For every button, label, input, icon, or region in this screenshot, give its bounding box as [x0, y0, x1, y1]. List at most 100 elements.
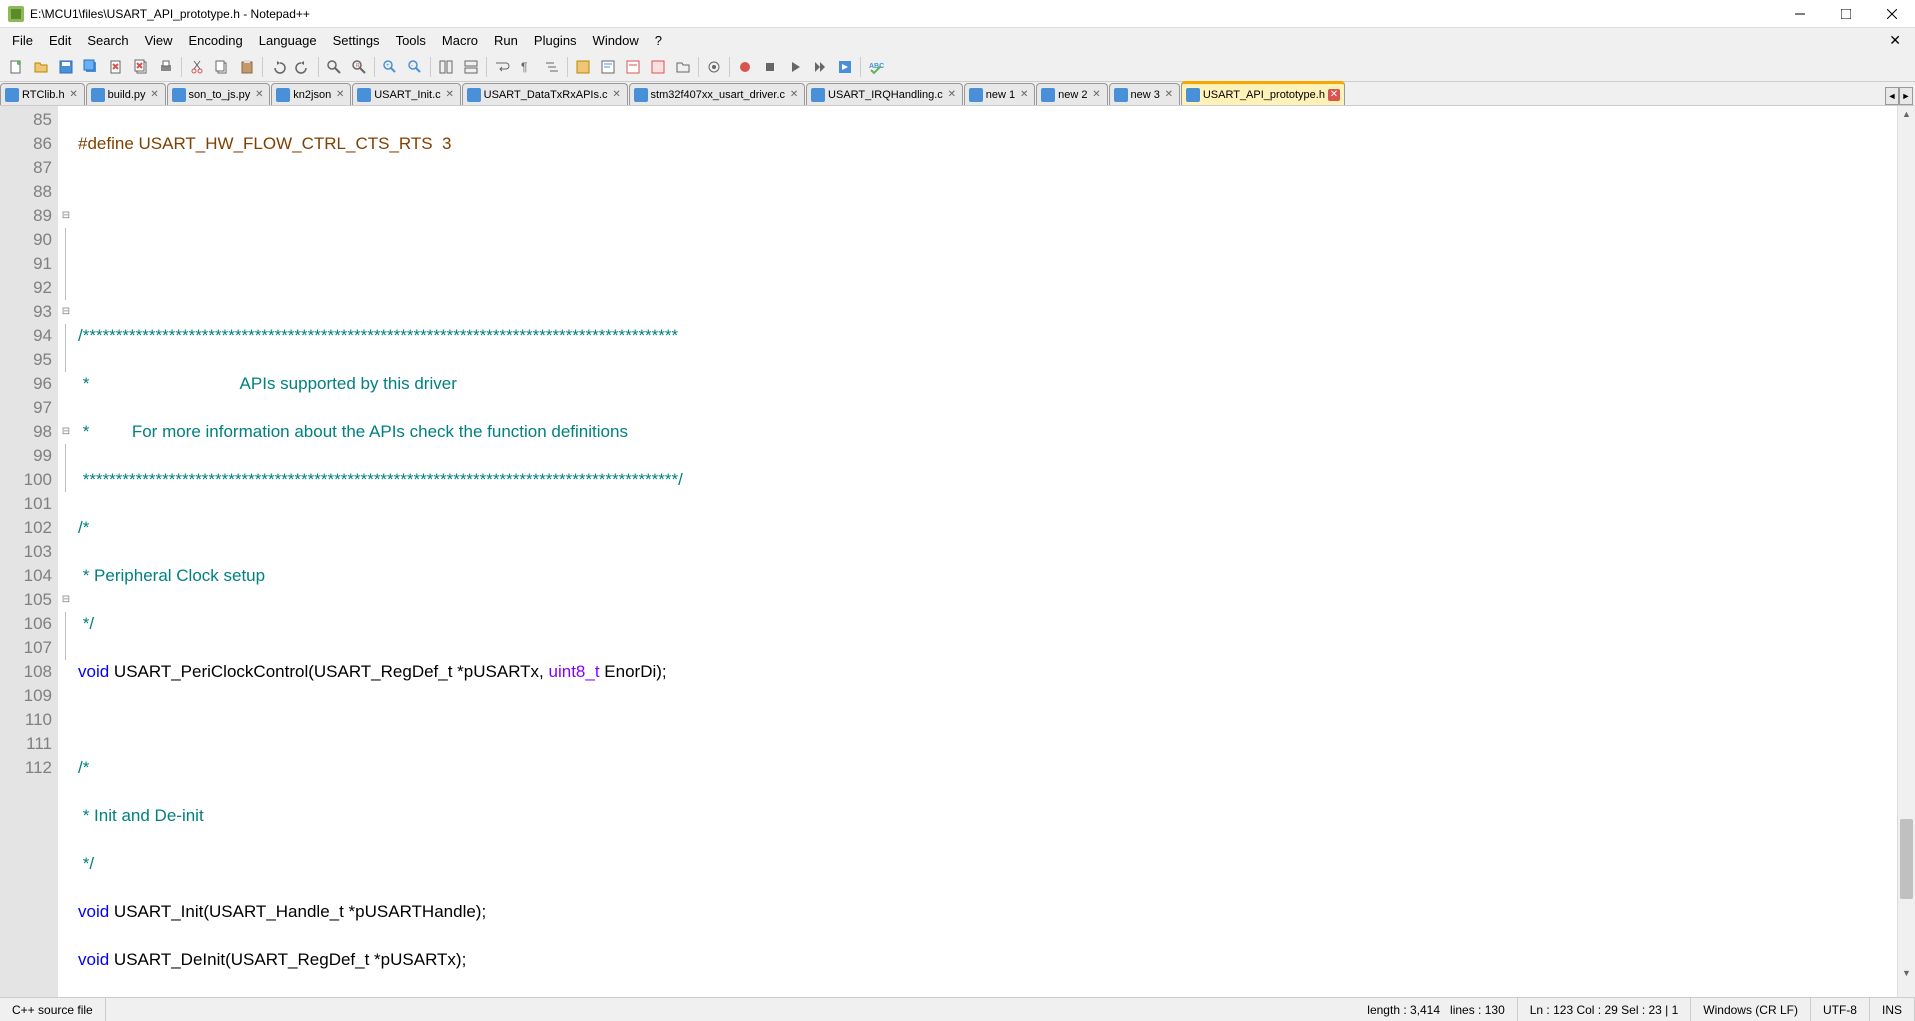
sync-vscroll-button[interactable]	[434, 55, 458, 79]
close-icon[interactable]: ✕	[1163, 89, 1175, 101]
minimize-button[interactable]	[1777, 0, 1823, 27]
close-icon[interactable]: ✕	[1018, 89, 1030, 101]
stop-macro-button[interactable]	[758, 55, 782, 79]
tab-kn2json[interactable]: kn2json✕	[271, 83, 351, 105]
indent-guide-button[interactable]	[540, 55, 564, 79]
code-text	[78, 180, 1897, 204]
replace-button[interactable]: R	[347, 55, 371, 79]
close-icon[interactable]: ✕	[444, 89, 456, 101]
open-file-button[interactable]	[29, 55, 53, 79]
tab-label: new 1	[986, 89, 1015, 101]
menu-encoding[interactable]: Encoding	[181, 31, 251, 50]
find-button[interactable]	[322, 55, 346, 79]
status-encoding[interactable]: UTF-8	[1811, 998, 1870, 1021]
menu-file[interactable]: File	[4, 31, 41, 50]
tab-sontojs[interactable]: son_to_js.py✕	[167, 83, 271, 105]
status-mode[interactable]: INS	[1870, 998, 1915, 1021]
scroll-up-icon[interactable]: ▲	[1898, 106, 1915, 122]
menu-macro[interactable]: Macro	[434, 31, 486, 50]
menu-language[interactable]: Language	[251, 31, 325, 50]
zoom-in-button[interactable]: +	[378, 55, 402, 79]
word-wrap-button[interactable]	[490, 55, 514, 79]
close-icon[interactable]: ✕	[611, 89, 623, 101]
menu-view[interactable]: View	[137, 31, 181, 50]
code-area[interactable]: #define USART_HW_FLOW_CTRL_CTS_RTS 3 /**…	[74, 106, 1897, 997]
menu-search[interactable]: Search	[79, 31, 136, 50]
udl-button[interactable]	[571, 55, 595, 79]
tab-stm32driver[interactable]: stm32f407xx_usart_driver.c✕	[629, 83, 806, 105]
line-number: 96	[0, 372, 52, 396]
tab-prev-button[interactable]: ◄	[1885, 87, 1899, 105]
tab-usartirq[interactable]: USART_IRQHandling.c✕	[806, 83, 963, 105]
play-macro-button[interactable]	[783, 55, 807, 79]
line-number: 106	[0, 612, 52, 636]
menubar-close-button[interactable]: ✕	[1883, 32, 1907, 49]
close-icon[interactable]: ✕	[788, 89, 800, 101]
close-file-button[interactable]	[104, 55, 128, 79]
menu-run[interactable]: Run	[486, 31, 526, 50]
tab-usartdata[interactable]: USART_DataTxRxAPIs.c✕	[462, 83, 628, 105]
fold-toggle-icon[interactable]	[58, 300, 74, 324]
save-macro-button[interactable]	[833, 55, 857, 79]
menu-help[interactable]: ?	[647, 31, 670, 50]
code-text: * Peripheral Clock setup	[78, 566, 265, 585]
line-number: 103	[0, 540, 52, 564]
scrollbar-thumb[interactable]	[1900, 819, 1913, 899]
menu-edit[interactable]: Edit	[41, 31, 79, 50]
doc-map-button[interactable]	[596, 55, 620, 79]
menu-window[interactable]: Window	[585, 31, 647, 50]
menu-plugins[interactable]: Plugins	[526, 31, 585, 50]
fold-toggle-icon[interactable]	[58, 588, 74, 612]
tab-new3[interactable]: new 3✕	[1109, 83, 1180, 105]
monitoring-button[interactable]	[702, 55, 726, 79]
status-eol[interactable]: Windows (CR LF)	[1691, 998, 1811, 1021]
tab-usartinit[interactable]: USART_Init.c✕	[352, 83, 460, 105]
close-icon[interactable]: ✕	[253, 89, 265, 101]
copy-button[interactable]	[210, 55, 234, 79]
tab-buildpy[interactable]: build.py✕	[86, 83, 166, 105]
maximize-button[interactable]	[1823, 0, 1869, 27]
menu-tools[interactable]: Tools	[388, 31, 434, 50]
code-text: void	[78, 662, 109, 681]
save-all-button[interactable]	[79, 55, 103, 79]
doc-list-button[interactable]	[621, 55, 645, 79]
editor[interactable]: 85 86 87 88 89 90 91 92 93 94 95 96 97 9…	[0, 106, 1915, 997]
paste-button[interactable]	[235, 55, 259, 79]
run-macro-multi-button[interactable]	[808, 55, 832, 79]
fold-toggle-icon[interactable]	[58, 204, 74, 228]
tab-next-button[interactable]: ►	[1899, 87, 1913, 105]
tab-new1[interactable]: new 1✕	[964, 83, 1035, 105]
folder-workspace-button[interactable]	[671, 55, 695, 79]
scroll-down-icon[interactable]: ▼	[1898, 965, 1915, 981]
close-icon[interactable]: ✕	[68, 89, 80, 101]
undo-button[interactable]	[266, 55, 290, 79]
close-icon[interactable]: ✕	[1328, 89, 1340, 101]
redo-button[interactable]	[291, 55, 315, 79]
print-button[interactable]	[154, 55, 178, 79]
close-icon[interactable]: ✕	[149, 89, 161, 101]
code-text: ****************************************…	[78, 470, 683, 489]
close-icon[interactable]: ✕	[1091, 89, 1103, 101]
close-button[interactable]	[1869, 0, 1915, 27]
menu-settings[interactable]: Settings	[325, 31, 388, 50]
show-all-chars-button[interactable]: ¶	[515, 55, 539, 79]
svg-text:R: R	[356, 63, 360, 69]
close-icon[interactable]: ✕	[946, 89, 958, 101]
zoom-out-button[interactable]: -	[403, 55, 427, 79]
function-list-button[interactable]	[646, 55, 670, 79]
tab-usartapi[interactable]: USART_API_prototype.h✕	[1181, 81, 1345, 105]
cut-button[interactable]	[185, 55, 209, 79]
new-file-button[interactable]	[4, 55, 28, 79]
sync-hscroll-button[interactable]	[459, 55, 483, 79]
fold-toggle-icon[interactable]	[58, 420, 74, 444]
toolbar-separator	[729, 57, 730, 77]
close-icon[interactable]: ✕	[334, 89, 346, 101]
close-all-button[interactable]	[129, 55, 153, 79]
tab-new2[interactable]: new 2✕	[1036, 83, 1107, 105]
tab-rtclib[interactable]: RTClib.h✕	[0, 83, 85, 105]
line-number: 88	[0, 180, 52, 204]
record-macro-button[interactable]	[733, 55, 757, 79]
vertical-scrollbar[interactable]: ▲ ▼	[1897, 106, 1915, 997]
spellcheck-button[interactable]: ABC	[864, 55, 888, 79]
save-button[interactable]	[54, 55, 78, 79]
